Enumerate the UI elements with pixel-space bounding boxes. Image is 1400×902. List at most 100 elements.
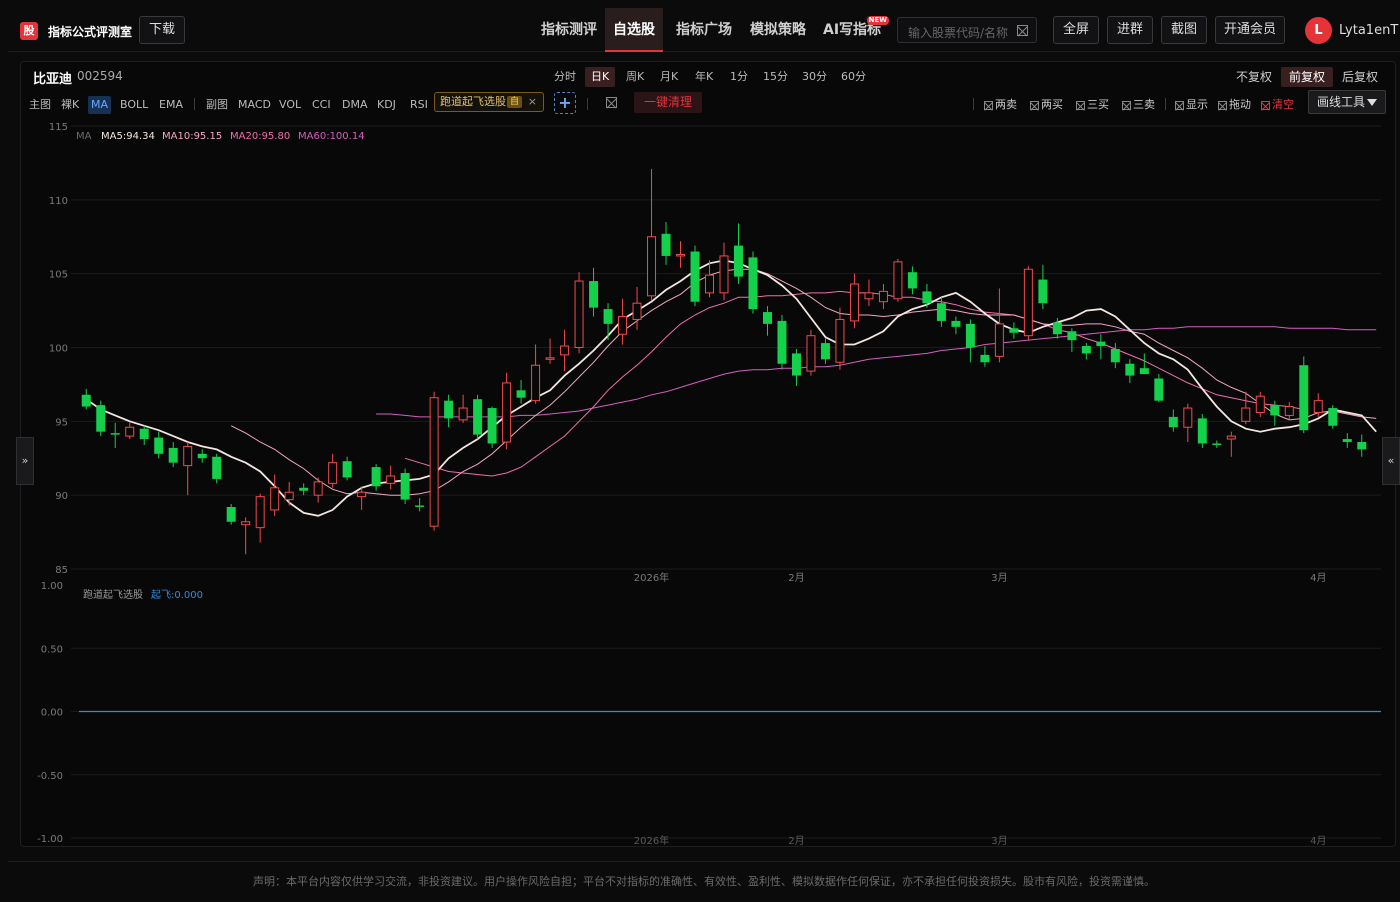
join-group-button[interactable]: 进群	[1107, 16, 1153, 44]
period-tab-intraday[interactable]: 分时	[548, 67, 582, 87]
nav-tab-sim-strategy[interactable]: 模拟策略	[750, 8, 806, 52]
indicator-ema[interactable]: EMA	[159, 96, 183, 114]
avatar[interactable]: L	[1305, 17, 1332, 44]
period-tab-60min[interactable]: 60分	[835, 67, 872, 87]
adjust-backward[interactable]: 后复权	[1334, 67, 1386, 87]
tool-three-sell[interactable]: 三卖	[1122, 96, 1155, 112]
expand-right-button[interactable]: «	[1382, 437, 1400, 485]
fullscreen-button[interactable]: 全屏	[1053, 16, 1099, 44]
add-indicator-button[interactable]: +	[554, 92, 576, 114]
sub-x-axis: 2026年 2月 3月 4月	[634, 834, 1327, 847]
expand-left-button[interactable]: »	[16, 437, 34, 485]
indicator-boll[interactable]: BOLL	[120, 96, 148, 114]
checkbox-icon	[1076, 100, 1085, 110]
period-tab-daily[interactable]: 日K	[585, 67, 616, 87]
candle	[1197, 413, 1207, 448]
main-x-axis: 2026年 2月 3月 4月	[634, 571, 1327, 584]
chip-close-icon[interactable]: ×	[528, 93, 537, 111]
download-button[interactable]: 下载	[139, 16, 185, 44]
candle	[502, 372, 512, 450]
tool-label: 清空	[1272, 98, 1294, 111]
candle	[1342, 433, 1352, 448]
candle-body	[328, 462, 338, 484]
tool-two-sell[interactable]: 两卖	[984, 96, 1017, 112]
candle	[1096, 334, 1106, 360]
candle	[748, 251, 758, 314]
candle-body	[849, 283, 859, 322]
candle-body	[1168, 416, 1178, 428]
candle-body	[1270, 405, 1280, 416]
candle	[154, 431, 164, 459]
tool-three-buy[interactable]: 三买	[1076, 96, 1109, 112]
adjust-forward[interactable]: 前复权	[1281, 67, 1334, 87]
y-tick-label: 110	[49, 196, 68, 207]
one-click-clear-button[interactable]: 一键清理	[634, 92, 702, 113]
screenshot-button[interactable]: 截图	[1161, 16, 1207, 44]
custom-indicator-chip[interactable]: 跑道起飞选股 自 ×	[434, 92, 544, 112]
chart-panel: 比亚迪 002594 分时 日K 周K 月K 年K 1分 15分 30分 60分…	[16, 61, 1400, 848]
tool-show[interactable]: 显示	[1175, 96, 1208, 112]
indicator-macd[interactable]: MACD	[238, 96, 271, 114]
nav-tab-ai-indicator[interactable]: AI写指标 NEW	[823, 8, 890, 52]
period-tab-yearly[interactable]: 年K	[689, 67, 719, 87]
candle	[864, 279, 874, 307]
draw-tools-label: 画线工具	[1317, 95, 1366, 109]
candle	[139, 425, 149, 445]
candle	[661, 221, 671, 265]
candle-body	[734, 245, 743, 277]
close-box-icon[interactable]	[606, 97, 617, 108]
adjust-none[interactable]: 不复权	[1228, 67, 1280, 87]
candle-body	[154, 437, 164, 454]
draw-tools-dropdown[interactable]: 画线工具	[1308, 90, 1386, 114]
kline-chart[interactable]: 115 110 105 100 95 90 85 2026年 2月 3月 4月 1.00 0.50 0…	[21, 116, 1395, 848]
tool-drag[interactable]: 拖动	[1218, 96, 1251, 112]
period-tab-monthly[interactable]: 月K	[654, 67, 684, 87]
candle	[791, 348, 801, 386]
nav-tab-indicator-eval[interactable]: 指标测评	[541, 8, 597, 52]
tool-clear[interactable]: 清空	[1261, 96, 1294, 112]
indicator-rsi[interactable]: RSI	[410, 96, 428, 114]
x-tick-label: 3月	[991, 572, 1007, 584]
candle	[1125, 359, 1135, 383]
candle-body	[1154, 378, 1164, 401]
candle	[487, 406, 497, 448]
candle-body	[661, 233, 671, 256]
candle	[212, 453, 222, 484]
stock-search-input[interactable]: 输入股票代码/名称	[897, 17, 1037, 43]
new-badge: NEW	[866, 16, 890, 25]
chip-label: 跑道起飞选股	[440, 95, 506, 108]
candle-body	[400, 473, 410, 500]
tool-two-buy[interactable]: 两买	[1030, 96, 1063, 112]
candle	[400, 468, 410, 505]
nav-tab-indicator-square[interactable]: 指标广场	[676, 8, 732, 52]
candle	[965, 319, 975, 363]
indicator-kdj[interactable]: KDJ	[377, 96, 396, 114]
period-tab-1min[interactable]: 1分	[724, 67, 754, 87]
indicator-dma[interactable]: DMA	[342, 96, 368, 114]
candle	[386, 465, 396, 490]
candle	[994, 288, 1004, 363]
indicator-vol[interactable]: VOL	[279, 96, 301, 114]
username[interactable]: Lyta1enT	[1339, 23, 1398, 38]
candle	[1110, 343, 1120, 369]
period-tab-weekly[interactable]: 周K	[620, 67, 650, 87]
period-tab-15min[interactable]: 15分	[757, 67, 794, 87]
tool-label: 两买	[1041, 98, 1063, 111]
search-clear-icon[interactable]	[1017, 25, 1028, 36]
candle-body	[820, 343, 830, 360]
sub-x-tick-label: 2026年	[634, 834, 669, 847]
candle	[125, 422, 135, 440]
sub-y-tick-label: 1.00	[41, 581, 63, 592]
legend-ma10: MA10:95.15	[162, 131, 222, 142]
tool-label: 两卖	[995, 98, 1017, 111]
indicator-cci[interactable]: CCI	[312, 96, 331, 114]
indicator-ma[interactable]: MA	[88, 96, 112, 114]
period-tab-30min[interactable]: 30分	[796, 67, 833, 87]
candle-body	[1183, 407, 1193, 428]
candle	[647, 168, 657, 301]
divider	[194, 98, 195, 110]
indicator-naked-k[interactable]: 裸K	[61, 96, 79, 114]
nav-tab-watchlist[interactable]: 自选股	[605, 8, 663, 52]
candle-body	[125, 426, 135, 437]
membership-button[interactable]: 开通会员	[1215, 16, 1285, 44]
